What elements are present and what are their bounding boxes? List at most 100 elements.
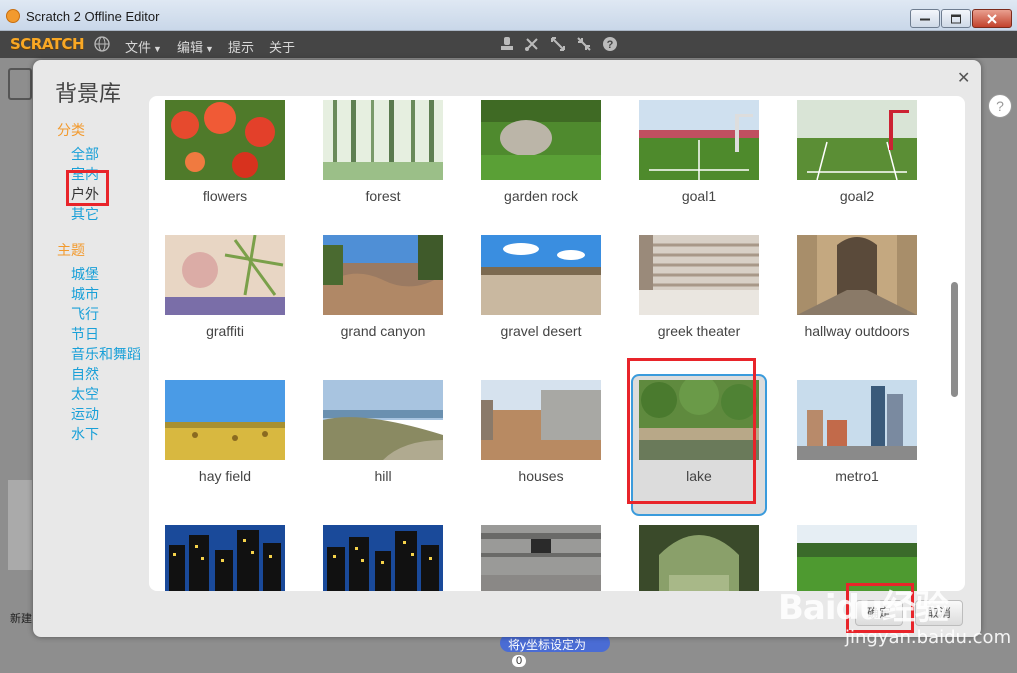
backdrop-tile-lake[interactable]: lake xyxy=(623,374,773,516)
thumbnail-hallway-outdoors xyxy=(797,235,917,315)
backdrop-label: houses xyxy=(518,468,564,484)
window-title: Scratch 2 Offline Editor xyxy=(26,9,160,24)
thumbnail-lake xyxy=(639,380,759,460)
close-icon xyxy=(987,13,997,24)
thumbnail-metro1 xyxy=(797,380,917,460)
category-indoors[interactable]: 室内 xyxy=(57,164,157,184)
category-other[interactable]: 其它 xyxy=(57,204,157,224)
watermark-url: jingyan.baidu.com xyxy=(845,627,1012,648)
thumbnail-greek-theater xyxy=(639,235,759,315)
menu-tips[interactable]: 提示 xyxy=(228,37,254,56)
menu-file[interactable]: 文件 ▼ xyxy=(125,37,162,56)
menu-about[interactable]: 关于 xyxy=(269,37,295,56)
scratch-logo[interactable]: SCRATCH xyxy=(10,35,85,53)
thumbnail-garden-arch xyxy=(639,525,759,591)
theme-flying[interactable]: 飞行 xyxy=(57,304,157,324)
backdrop-tile-hill[interactable]: hill xyxy=(307,376,457,516)
backdrop-tile-night-city-2[interactable] xyxy=(307,521,457,591)
thumbnail-forest xyxy=(323,100,443,180)
backdrop-tile-houses[interactable]: houses xyxy=(465,376,615,516)
help-icon[interactable]: ? xyxy=(602,36,618,52)
backdrop-tile-hallway-outdoors[interactable]: hallway outdoors xyxy=(781,231,931,371)
thumbnail-graffiti xyxy=(165,235,285,315)
scratch-cat-icon xyxy=(6,9,20,23)
backdrop-label: hallway outdoors xyxy=(804,323,910,339)
backdrop-label: goal1 xyxy=(681,188,717,204)
theme-music-dance[interactable]: 音乐和舞蹈 xyxy=(57,344,157,364)
language-globe-icon[interactable] xyxy=(94,36,110,52)
backdrop-tile-greek-theater[interactable]: greek theater xyxy=(623,231,773,371)
library-sidebar: 分类 全部 室内 户外 其它 主题 城堡 城市 飞行 节日 音乐和舞蹈 自然 太… xyxy=(57,120,157,444)
backdrop-tile-goal1[interactable]: goal1 xyxy=(623,96,773,236)
backdrop-label: garden rock xyxy=(504,188,578,204)
theme-city[interactable]: 城市 xyxy=(57,284,157,304)
backdrop-tile-garden-arch[interactable] xyxy=(623,521,773,591)
thumbnail-goal1 xyxy=(639,100,759,180)
new-backdrop-label: 新建 xyxy=(10,613,32,625)
backdrop-tile-flowers[interactable]: flowers xyxy=(149,96,299,236)
theme-space[interactable]: 太空 xyxy=(57,384,157,404)
delete-scissors-icon[interactable] xyxy=(524,36,540,52)
svg-text:?: ? xyxy=(607,39,614,51)
theme-sports[interactable]: 运动 xyxy=(57,404,157,424)
backdrop-label: goal2 xyxy=(839,188,875,204)
thumbnail-houses xyxy=(481,380,601,460)
backdrop-label: hill xyxy=(374,468,392,484)
thumbnail-night-city-2 xyxy=(323,525,443,591)
thumbnail-goal2 xyxy=(797,100,917,180)
help-panel-icon[interactable]: ? xyxy=(988,94,1012,118)
backdrop-label: grand canyon xyxy=(340,323,426,339)
backdrop-grid-panel: flowers forest garden rock goal1 goal2 g… xyxy=(149,96,965,591)
category-all[interactable]: 全部 xyxy=(57,144,157,164)
backdrop-tile-forest[interactable]: forest xyxy=(307,96,457,236)
backdrop-tile-hay-field[interactable]: hay field xyxy=(149,376,299,516)
dialog-close-icon[interactable]: ✕ xyxy=(957,68,970,88)
backdrop-label: lake xyxy=(686,468,712,484)
backdrop-tile-goal2[interactable]: goal2 xyxy=(781,96,931,236)
dialog-title: 背景库 xyxy=(55,81,122,106)
backdrop-tile-night-city-1[interactable] xyxy=(149,521,299,591)
backdrop-tile-graffiti[interactable]: graffiti xyxy=(149,231,299,371)
window-titlebar: Scratch 2 Offline Editor xyxy=(0,0,1017,31)
grid-scrollbar[interactable] xyxy=(949,102,959,584)
backdrop-label: greek theater xyxy=(657,323,741,339)
grow-icon[interactable] xyxy=(550,36,566,52)
theme-nature[interactable]: 自然 xyxy=(57,364,157,384)
baidu-watermark: Baidu经验 xyxy=(778,588,949,628)
thumbnail-hay-field xyxy=(165,380,285,460)
backdrop-tile-parking[interactable] xyxy=(465,521,615,591)
thumbnail-garden-rock xyxy=(481,100,601,180)
window-close-button[interactable] xyxy=(972,9,1012,28)
theme-castle[interactable]: 城堡 xyxy=(57,264,157,284)
backdrop-label: flowers xyxy=(202,188,248,204)
thumbnail-gravel-desert xyxy=(481,235,601,315)
backdrop-label: gravel desert xyxy=(500,323,582,339)
theme-heading: 主题 xyxy=(57,242,85,258)
backdrop-label: forest xyxy=(365,188,401,204)
thumbnail-night-city-1 xyxy=(165,525,285,591)
backdrop-label: hay field xyxy=(198,468,252,484)
backdrop-label: graffiti xyxy=(206,323,244,339)
backdrop-tile-gravel-desert[interactable]: gravel desert xyxy=(465,231,615,371)
backdrop-tile-garden-rock[interactable]: garden rock xyxy=(465,96,615,236)
backdrop-tile-grand-canyon[interactable]: grand canyon xyxy=(307,231,457,371)
theme-holiday[interactable]: 节日 xyxy=(57,324,157,344)
sprite-info-icon xyxy=(8,68,32,100)
thumbnail-grand-canyon xyxy=(323,235,443,315)
duplicate-stamp-icon[interactable] xyxy=(499,36,515,52)
backdrop-library-dialog: 背景库 ✕ 分类 全部 室内 户外 其它 主题 城堡 城市 飞行 节日 音乐和舞… xyxy=(33,60,981,637)
backdrop-tile-metro1[interactable]: metro1 xyxy=(781,376,931,516)
shrink-icon[interactable] xyxy=(576,36,592,52)
thumbnail-parking xyxy=(481,525,601,591)
thumbnail-flowers xyxy=(165,100,285,180)
backdrop-label: metro1 xyxy=(835,468,879,484)
category-outdoors[interactable]: 户外 xyxy=(57,184,157,204)
scrollbar-thumb[interactable] xyxy=(951,282,958,397)
minimize-button[interactable] xyxy=(910,9,940,28)
maximize-button[interactable] xyxy=(941,9,971,28)
menu-edit[interactable]: 编辑 ▼ xyxy=(177,37,214,56)
sprite-panel xyxy=(8,480,32,570)
category-heading: 分类 xyxy=(57,122,85,138)
menu-bar: SCRATCH 文件 ▼ 编辑 ▼ 提示 关于 ? xyxy=(0,31,1017,58)
theme-underwater[interactable]: 水下 xyxy=(57,424,157,444)
